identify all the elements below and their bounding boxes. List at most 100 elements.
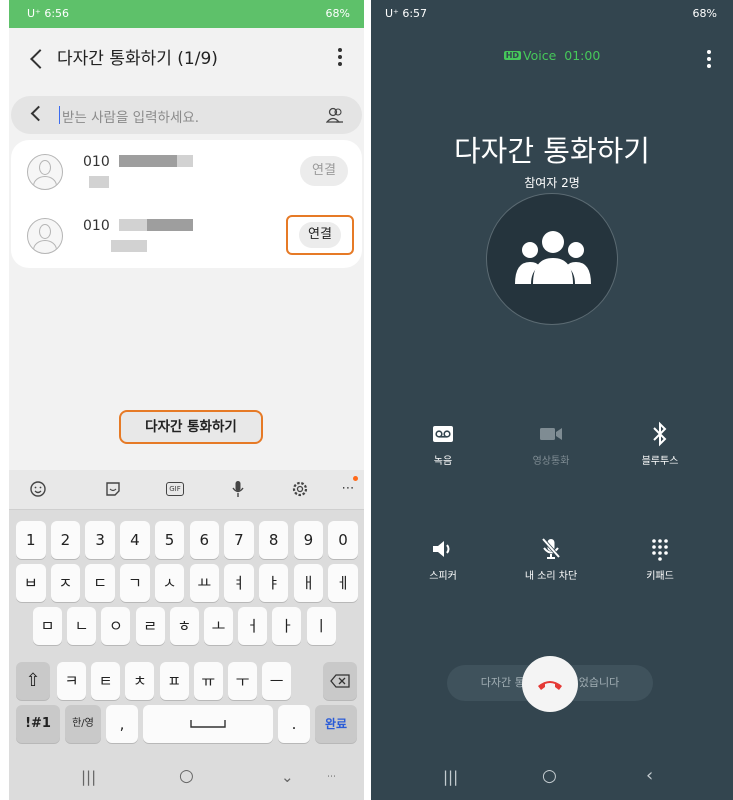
video-call-button[interactable]: 영상통화	[501, 420, 601, 467]
key[interactable]: ㅜ	[228, 662, 257, 700]
status-bar: U⁺ 6:57 68%	[371, 0, 733, 28]
more-icon[interactable]: ⋯	[337, 478, 359, 500]
contact-number: 010	[83, 154, 110, 170]
comma-key[interactable]: ,	[106, 705, 138, 743]
page-title: 다자간 통화하기 (1/9)	[57, 49, 218, 69]
redacted-name	[111, 240, 147, 252]
redacted-name	[89, 176, 109, 188]
contact-row[interactable]: 010 연결	[11, 140, 362, 204]
key[interactable]: 9	[293, 521, 324, 559]
backspace-icon	[330, 674, 350, 688]
end-call-button[interactable]	[522, 656, 578, 712]
status-battery: 68%	[692, 7, 717, 20]
connect-button[interactable]: 연결	[300, 156, 348, 186]
video-icon	[540, 428, 562, 440]
key[interactable]: ㅈ	[50, 564, 81, 602]
recent-apps-icon[interactable]: |||	[81, 768, 96, 786]
contact-row[interactable]: 010 연결	[11, 204, 362, 268]
key[interactable]: ㅊ	[125, 662, 155, 700]
recipient-input[interactable]: 받는 사람을 입력하세요.	[62, 106, 199, 126]
language-key[interactable]: 한/영	[65, 705, 101, 743]
bluetooth-label: 블루투스	[641, 456, 679, 467]
bluetooth-button[interactable]: 블루투스	[610, 420, 710, 467]
key[interactable]: ㅕ	[224, 564, 254, 602]
connect-button-highlighted[interactable]: 연결	[286, 215, 354, 255]
home-icon[interactable]: ○	[542, 766, 557, 786]
home-icon[interactable]: ○	[179, 766, 194, 786]
key[interactable]: 0	[328, 521, 358, 559]
key[interactable]: ㅋ	[57, 662, 86, 700]
key[interactable]: ㅓ	[238, 607, 268, 645]
speaker-button[interactable]: 스피커	[393, 535, 493, 582]
key[interactable]: ㅛ	[189, 564, 219, 602]
key[interactable]: ㅡ	[262, 662, 292, 700]
key[interactable]: ㅗ	[204, 607, 233, 645]
key[interactable]: 7	[224, 521, 254, 559]
key[interactable]: 1	[16, 521, 46, 559]
period-key[interactable]: .	[278, 705, 310, 743]
key[interactable]: ㄱ	[120, 564, 150, 602]
key[interactable]: 8	[258, 521, 289, 559]
call-timer: 01:00	[564, 48, 601, 63]
key[interactable]: ㅁ	[33, 607, 62, 645]
shift-key[interactable]: ⇧	[16, 662, 50, 700]
hd-voice-badge: HD	[503, 51, 522, 60]
navigation-bar: ||| ○ ⌄ ⋯	[9, 756, 364, 800]
voicemail-icon	[433, 426, 453, 442]
contact-list: 010 연결 010 연결	[11, 140, 362, 268]
key[interactable]: ㅠ	[193, 662, 223, 700]
key[interactable]: ㄹ	[135, 607, 165, 645]
keyboard-switch-icon[interactable]: ⋯	[327, 772, 336, 782]
key[interactable]: 3	[85, 521, 115, 559]
recent-apps-icon[interactable]: |||	[443, 768, 458, 786]
mute-button[interactable]: 내 소리 차단	[501, 535, 601, 582]
settings-icon[interactable]	[289, 478, 311, 500]
video-call-label: 영상통화	[532, 456, 570, 467]
call-status: HD Voice 01:00	[371, 48, 733, 63]
backspace-key[interactable]	[323, 662, 357, 700]
right-phone-screen: U⁺ 6:57 68% HD Voice 01:00 다자간 통화하기 참여자 2…	[371, 0, 733, 800]
more-options-icon[interactable]	[338, 48, 342, 69]
back-icon[interactable]	[30, 49, 50, 69]
search-back-icon[interactable]	[30, 105, 47, 122]
key[interactable]: ㅑ	[258, 564, 289, 602]
key[interactable]: ㅐ	[293, 564, 324, 602]
key[interactable]: 6	[189, 521, 219, 559]
key[interactable]: ㅇ	[101, 607, 131, 645]
mic-icon[interactable]	[227, 478, 249, 500]
key[interactable]: ㄷ	[85, 564, 115, 602]
hide-keyboard-icon[interactable]: ⌄	[281, 768, 294, 786]
avatar-icon	[27, 154, 63, 190]
key[interactable]: 4	[120, 521, 150, 559]
conference-call-button[interactable]: 다자간 통화하기	[119, 410, 263, 444]
key[interactable]: ㅣ	[306, 607, 336, 645]
gif-icon[interactable]: GIF	[166, 482, 184, 496]
key[interactable]: ㅅ	[154, 564, 185, 602]
contacts-icon[interactable]	[326, 107, 344, 123]
done-key[interactable]: 완료	[315, 705, 357, 743]
more-options-icon[interactable]	[707, 50, 711, 71]
recipient-search-bar[interactable]: 받는 사람을 입력하세요.	[11, 96, 362, 134]
speaker-icon	[433, 541, 450, 557]
call-title: 다자간 통화하기	[454, 134, 650, 168]
hang-up-icon	[538, 681, 562, 690]
back-icon[interactable]: ‹	[646, 765, 653, 786]
key[interactable]: ㅌ	[91, 662, 121, 700]
key[interactable]: ㅔ	[328, 564, 358, 602]
sticker-icon[interactable]	[102, 478, 124, 500]
keypad-button[interactable]: 키패드	[610, 535, 710, 582]
key[interactable]: ㅏ	[272, 607, 302, 645]
redacted-number	[177, 155, 193, 167]
emoji-icon[interactable]	[27, 478, 49, 500]
key[interactable]: ㅍ	[159, 662, 189, 700]
space-key[interactable]	[143, 705, 273, 743]
key[interactable]: 2	[50, 521, 81, 559]
key[interactable]: 5	[154, 521, 185, 559]
key[interactable]: ㄴ	[67, 607, 97, 645]
speaker-label: 스피커	[429, 571, 457, 582]
connect-button-label: 연결	[299, 222, 341, 248]
record-button[interactable]: 녹음	[393, 420, 493, 467]
key[interactable]: ㅎ	[169, 607, 199, 645]
key[interactable]: ㅂ	[16, 564, 46, 602]
symbols-key[interactable]: !#1	[16, 705, 60, 743]
